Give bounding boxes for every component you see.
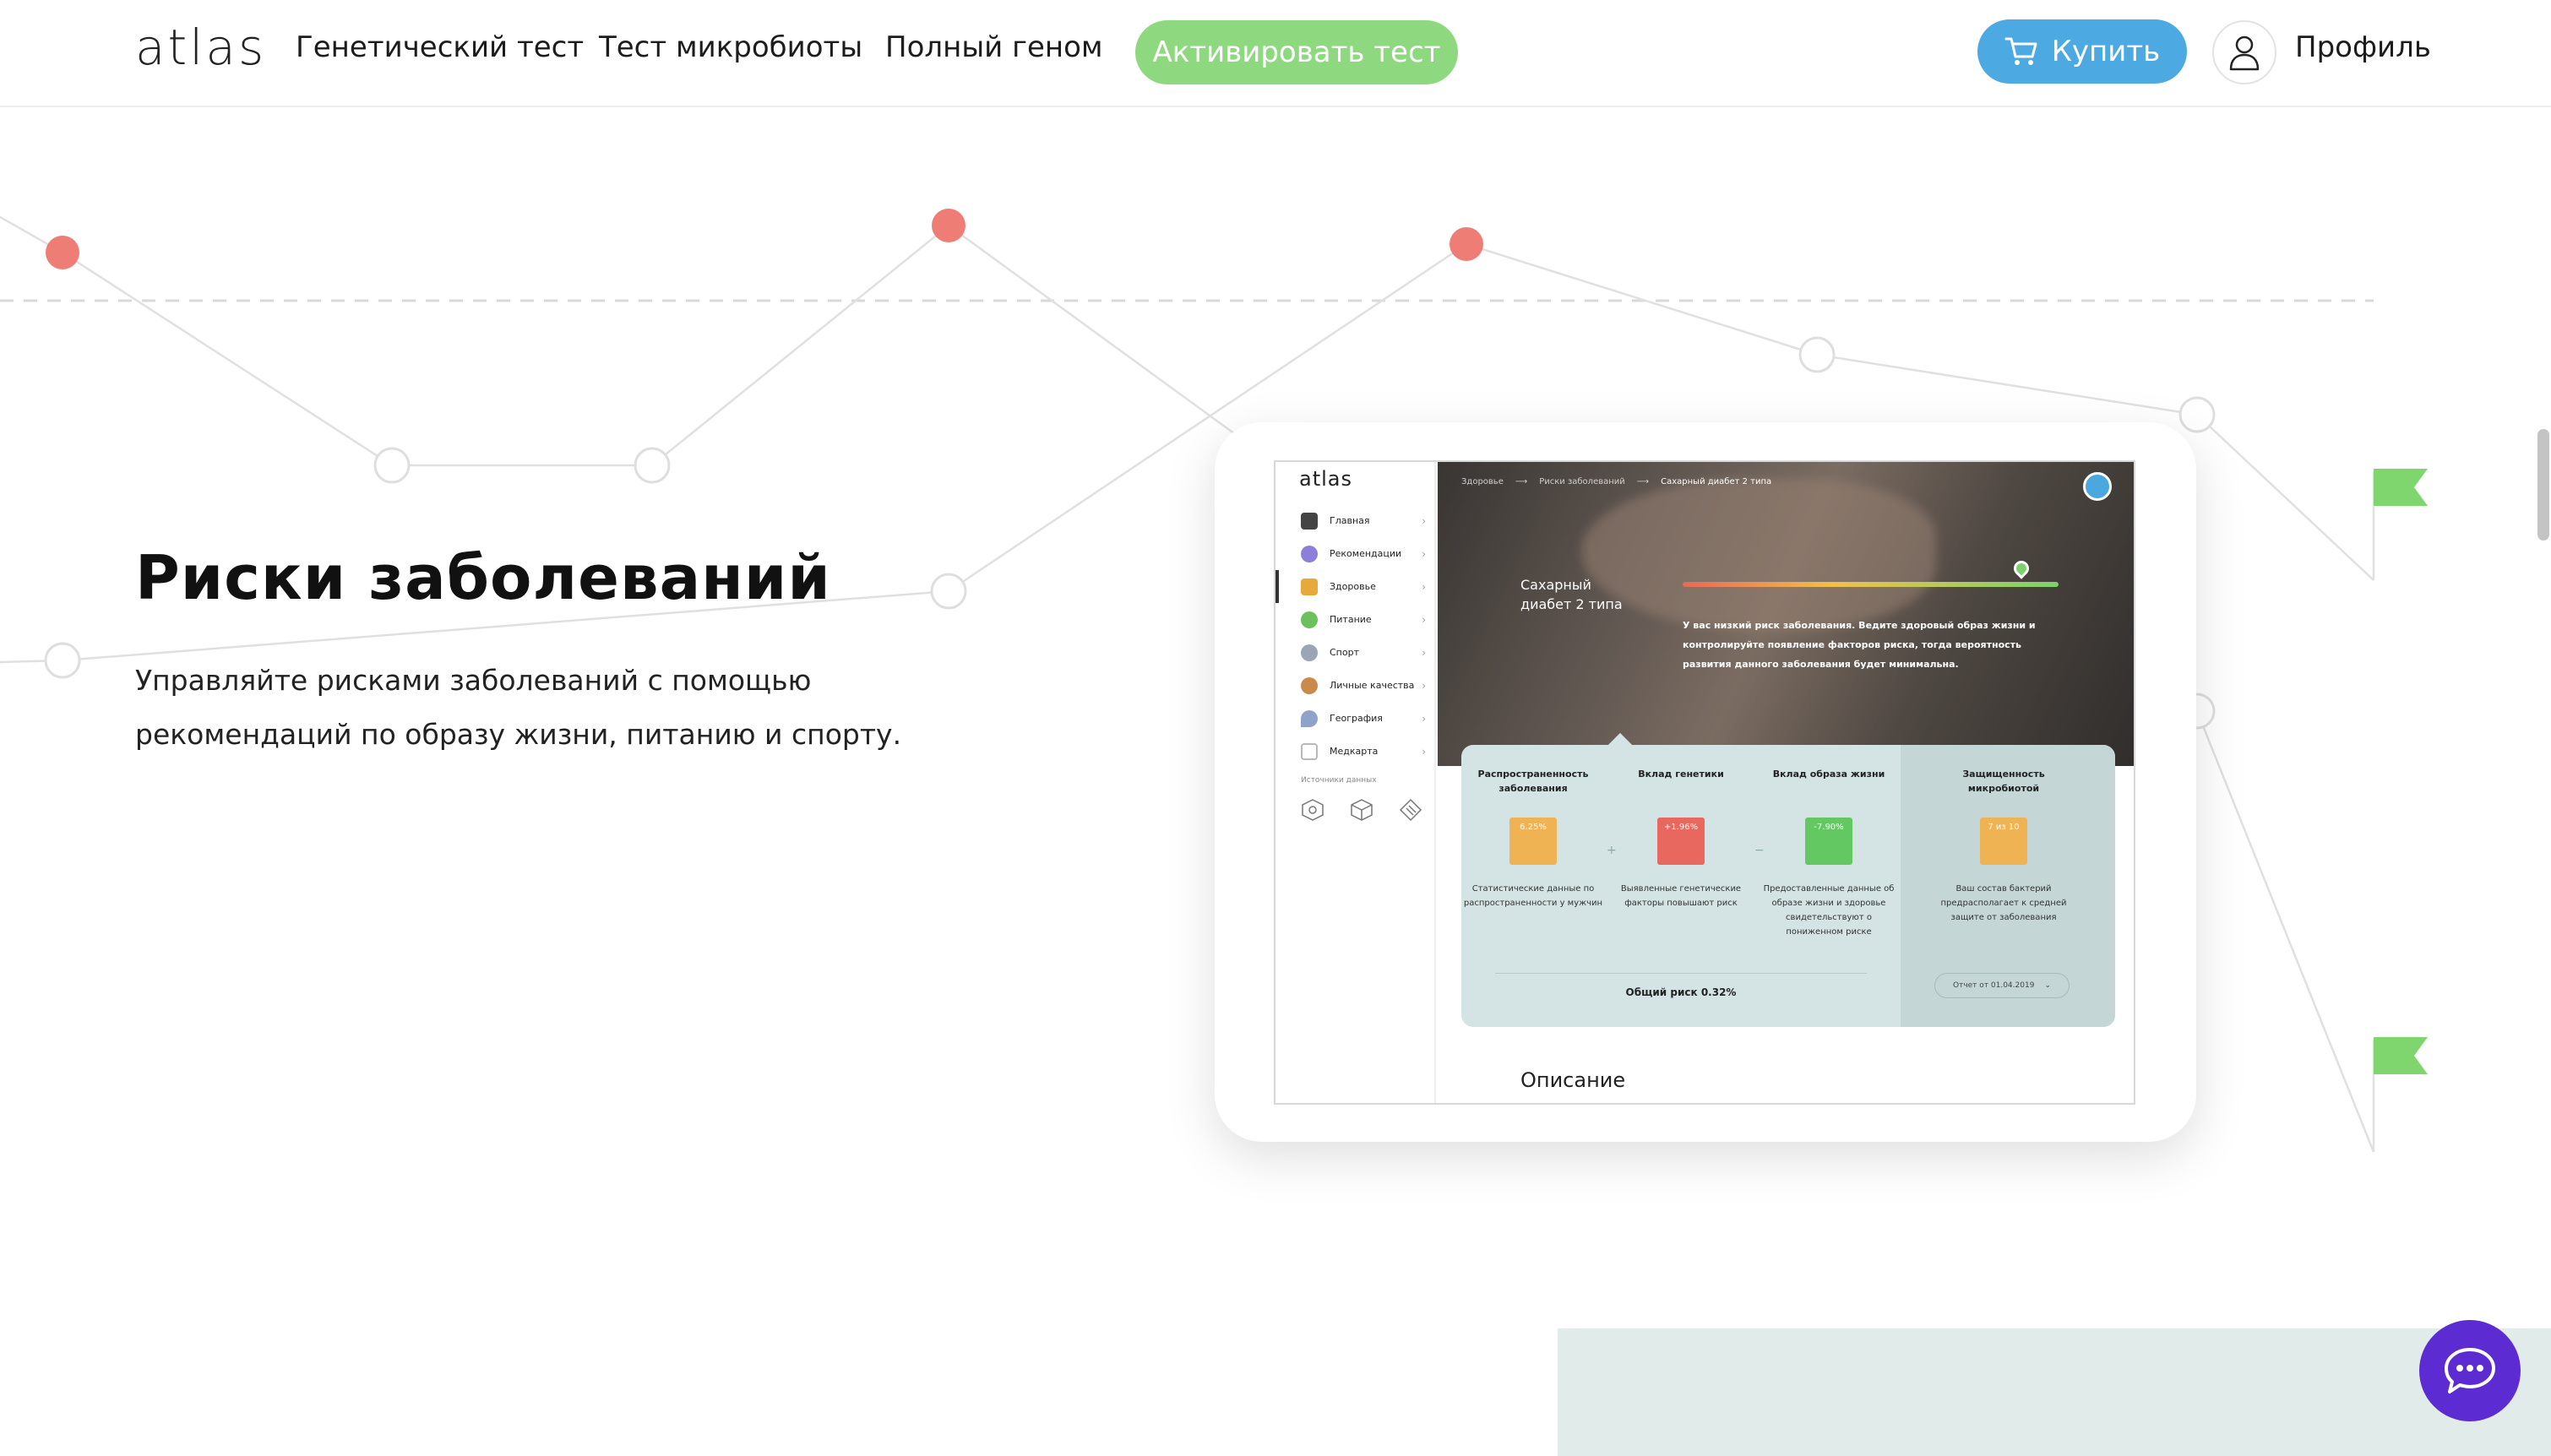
user-icon [2229,35,2260,71]
menu-label: Спорт [1330,647,1359,658]
chevron-right-icon: › [1422,613,1426,626]
face-icon [1301,676,1318,694]
app-menu-item-personal: Личные качества › [1276,669,1436,702]
app-menu-item-home: Главная › [1276,504,1436,537]
risk-column-genetics: Вклад генетики +1.96% Выявленные генетич… [1609,767,1753,910]
buy-button[interactable]: Купить [1977,19,2187,84]
column-title: Вклад генетики [1638,769,1724,780]
arrow-right-icon: ⟶ [1515,477,1528,486]
app-menu: Главная › Рекомендации › Здоровье › Питание… [1276,504,1436,768]
nav-genetic-test[interactable]: Генетический тест [296,30,584,64]
buy-label: Купить [2051,35,2161,68]
chevron-right-icon: › [1422,646,1426,659]
breadcrumb-item[interactable]: Риски заболеваний [1539,477,1625,486]
app-menu-item-recommendations: Рекомендации › [1276,537,1436,570]
app-menu-item-sport: Спорт › [1276,636,1436,669]
nav-microbiota-test[interactable]: Тест микробиоты [599,30,862,64]
total-risk: Общий риск 0.32% [1625,986,1737,998]
risk-column-prevalence: Распространенность заболевания 6.25% Ста… [1461,767,1605,910]
description-heading: Описание [1520,1068,1626,1092]
data-sources [1301,798,1422,822]
column-title: Защищенность микробиотой [1962,769,2045,794]
medkit-icon [1301,578,1318,595]
column-desc: Выявленные генетические факторы повышают… [1620,884,1742,908]
page-title: Риски заболеваний [135,542,831,613]
column-title: Распространенность заболевания [1477,769,1589,794]
app-menu-item-nutrition: Питание › [1276,603,1436,636]
app-sidebar: atlas Главная › Рекомендации › Здоровье › П… [1276,462,1436,1103]
divider [1495,973,1867,974]
microbiota-cube-icon [1351,799,1373,821]
location-icon [1301,709,1318,727]
chevron-right-icon: › [1422,514,1426,527]
chevron-right-icon: › [1422,679,1426,692]
column-desc: Статистические данные по распространенно… [1463,884,1603,908]
menu-label: Здоровье [1330,581,1376,592]
activate-test-button[interactable]: Активировать тест [1135,20,1458,84]
chat-bubble-icon [2445,1348,2495,1394]
value-box: +1.96% [1657,818,1705,865]
green-flag-icon [2374,469,2428,506]
report-date-label: Отчет от 01.04.2019 [1953,981,2035,990]
cart-icon [2004,37,2037,65]
chevron-right-icon: › [1422,745,1426,758]
photo-overlay [1438,462,2134,766]
whistle-icon [1301,644,1318,661]
menu-label: Медкарта [1330,746,1379,757]
broccoli-icon [1301,611,1318,628]
value-box: -7.90% [1805,818,1852,865]
hero-photo: Здоровье ⟶ Риски заболеваний ⟶ Сахарный … [1438,462,2134,766]
breadcrumb-item[interactable]: Здоровье [1461,477,1504,486]
menu-label: Рекомендации [1330,548,1402,559]
app-logo: atlas [1299,467,1352,491]
menu-label: Питание [1330,614,1372,625]
page-description: Управляйте рисками заболеваний с помощью… [135,664,902,751]
home-icon [1301,512,1318,530]
star-icon [1301,545,1318,562]
breadcrumb-current: Сахарный диабет 2 типа [1661,477,1772,486]
data-sources-label: Источники данных [1301,776,1377,785]
chevron-right-icon: › [1422,580,1426,593]
user-avatar-badge [2083,472,2112,501]
column-title: Вклад образа жизни [1772,769,1885,780]
chevron-down-icon: ⌄ [2044,981,2051,990]
risk-column-microbiota: Защищенность микробиотой 7 из 10 Ваш сос… [1932,767,2075,925]
next-section-panel [1558,1328,2551,1456]
value-box: 7 из 10 [1980,818,2027,865]
nav-full-genome[interactable]: Полный геном [885,30,1103,64]
tablet-mockup: atlas Главная › Рекомендации › Здоровье › П… [1215,422,2196,1142]
menu-label: Главная [1330,515,1370,526]
app-menu-item-health: Здоровье › [1276,570,1436,603]
risk-breakdown-card: Распространенность заболевания 6.25% Ста… [1461,745,2115,1027]
value-box: 6.25% [1509,818,1557,865]
atlas-logo[interactable]: atlas [135,19,266,76]
menu-label: Личные качества [1330,680,1415,691]
document-icon [1399,798,1422,822]
green-flag-icon [2374,1037,2428,1074]
clipboard-icon [1301,742,1318,760]
top-navbar: atlas Генетический тест Тест микробиоты … [0,0,2551,107]
disease-name: Сахарный диабет 2 типа [1520,577,1623,612]
chevron-right-icon: › [1422,712,1426,725]
risk-scale [1683,582,2059,587]
chevron-right-icon: › [1422,547,1426,560]
app-screenshot: atlas Главная › Рекомендации › Здоровье › П… [1274,460,2135,1105]
menu-label: География [1330,713,1383,724]
avatar[interactable] [2212,20,2276,84]
arrow-right-icon: ⟶ [1636,477,1650,486]
risk-column-lifestyle: Вклад образа жизни -7.90% Предоставленны… [1757,767,1901,939]
breadcrumb: Здоровье ⟶ Риски заболеваний ⟶ Сахарный … [1461,477,1771,486]
column-desc: Ваш состав бактерий предрасполагает к ср… [1940,884,2067,922]
scrollbar-thumb[interactable] [2537,429,2549,541]
app-menu-item-medcard: Медкарта › [1276,735,1436,768]
report-date-select[interactable]: Отчет от 01.04.2019 ⌄ [1934,973,2070,998]
chat-widget-button[interactable] [2419,1320,2521,1421]
column-desc: Предоставленные данные об образе жизни и… [1763,884,1895,937]
risk-summary: У вас низкий риск заболевания. Ведите зд… [1683,620,2036,670]
app-menu-item-geography: География › [1276,702,1436,735]
dna-cube-icon [1302,799,1324,821]
profile-link[interactable]: Профиль [2295,30,2431,64]
